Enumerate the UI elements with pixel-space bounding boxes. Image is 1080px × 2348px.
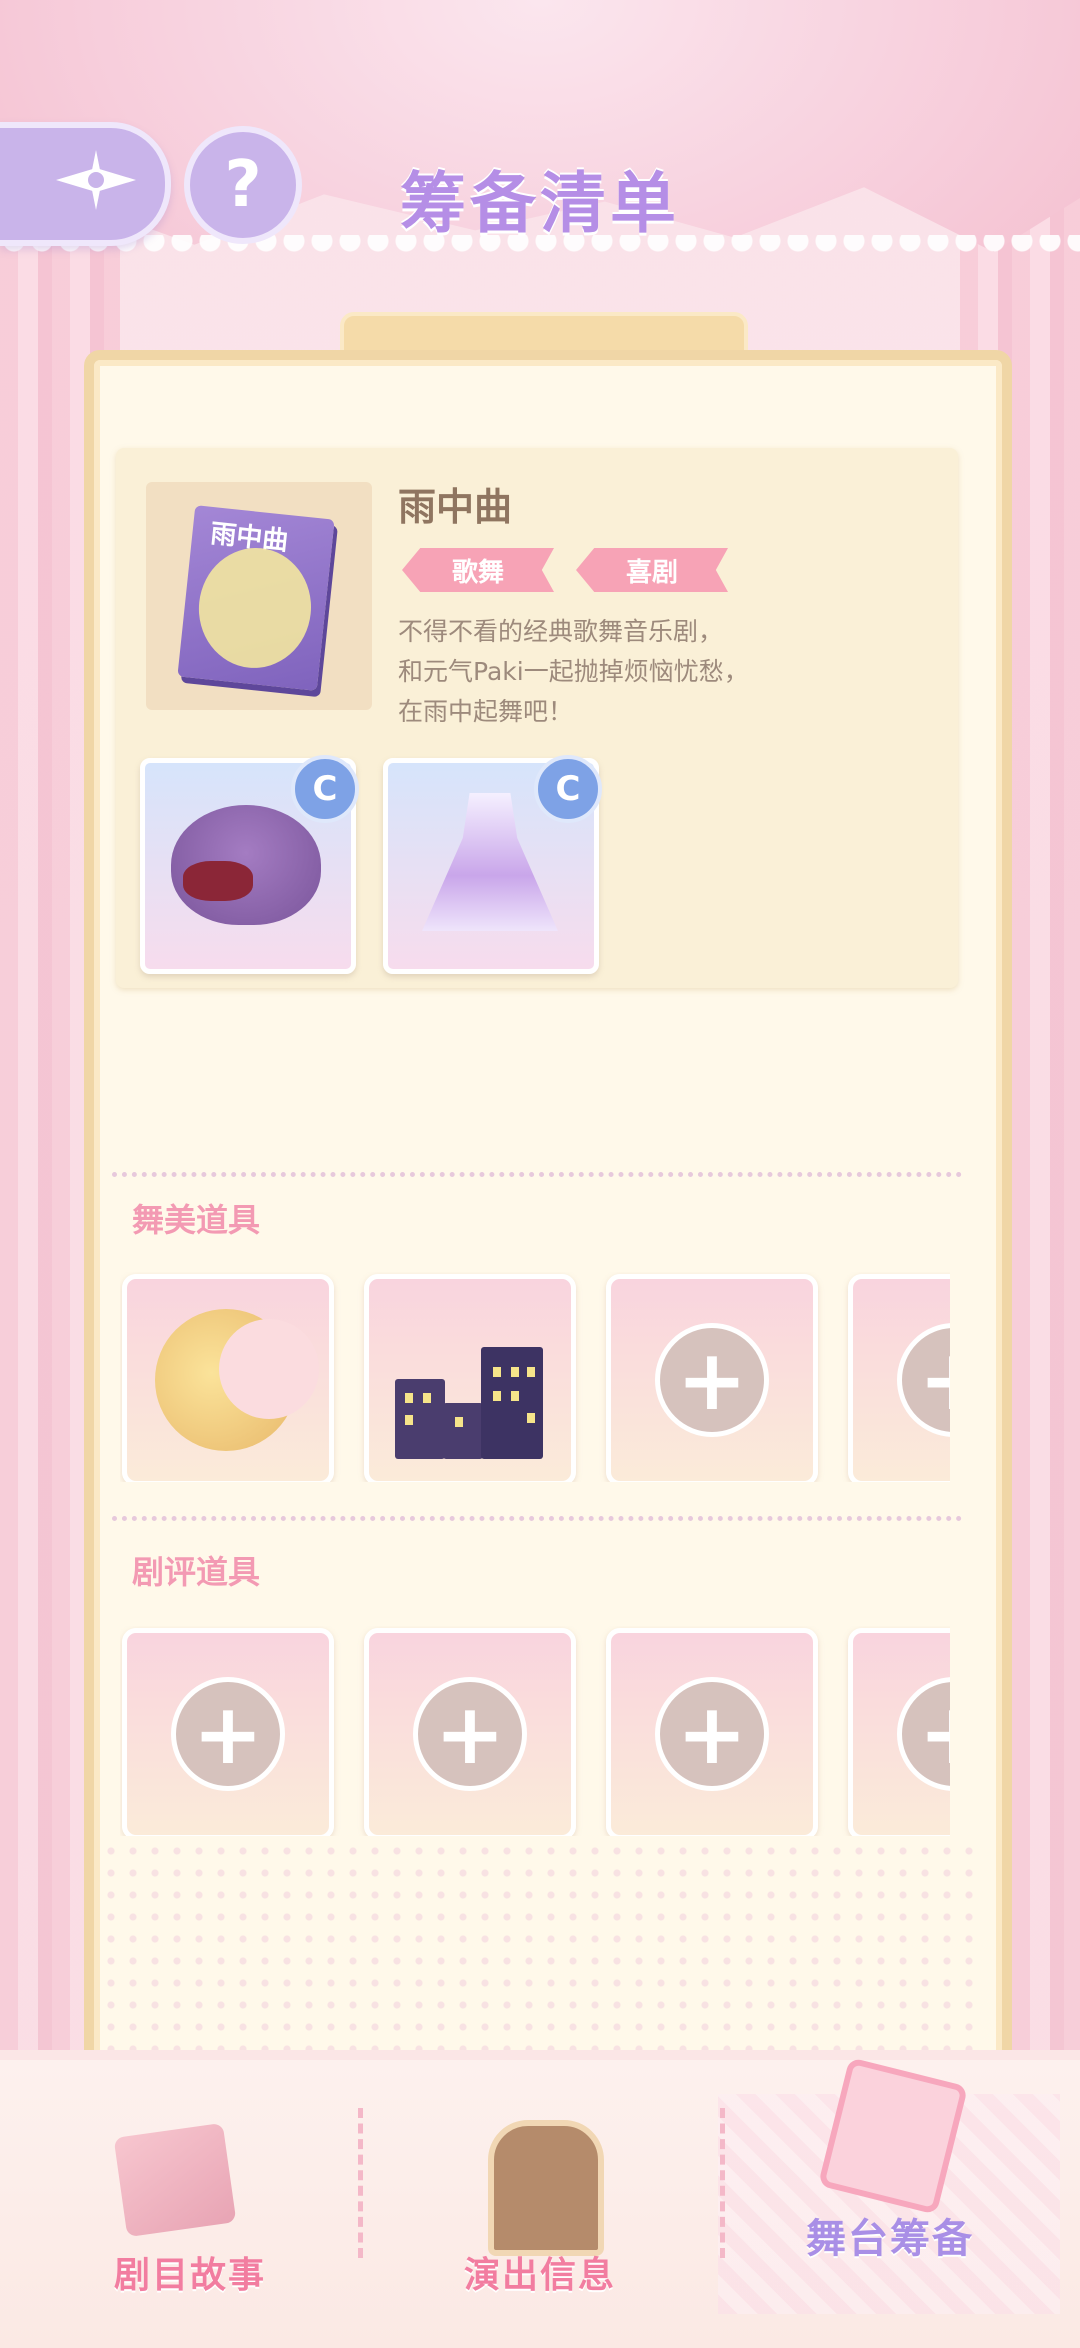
stage-prop-slot[interactable]: +	[848, 1274, 950, 1482]
add-slot-icon: +	[897, 1323, 950, 1437]
tab-stage-prep[interactable]: 舞台筹备	[740, 2057, 1040, 2320]
notice-board-icon	[488, 2120, 604, 2256]
tab-label: 剧目故事	[113, 2255, 266, 2296]
add-slot-icon: +	[897, 1677, 950, 1791]
add-slot-icon: +	[655, 1677, 769, 1791]
play-cover-book[interactable]: 雨中曲	[177, 505, 335, 691]
section-divider	[112, 1516, 962, 1521]
tab-play-story[interactable]: 剧目故事	[40, 2080, 340, 2320]
building	[395, 1379, 445, 1459]
lavender-dress-icon	[422, 793, 558, 931]
rank-badge: C	[291, 755, 359, 823]
moon-shadow	[219, 1319, 319, 1419]
review-prop-slot[interactable]: +	[848, 1628, 950, 1836]
add-slot-icon: +	[655, 1323, 769, 1437]
board-pattern	[100, 1840, 980, 2050]
description-line: 不得不看的经典歌舞音乐剧，	[398, 617, 724, 646]
building	[481, 1347, 543, 1459]
building	[443, 1403, 483, 1459]
tab-performance-info[interactable]: 演出信息	[390, 2080, 690, 2320]
review-props-title: 剧评道具	[132, 1553, 261, 1591]
add-slot-icon: +	[413, 1677, 527, 1791]
nav-separator	[358, 2108, 363, 2258]
genre-tag: 歌舞	[402, 548, 554, 592]
genre-tag: 喜剧	[576, 548, 728, 592]
bow-icon	[183, 861, 253, 901]
description-line: 和元气Paki一起抛掉烦恼忧愁，	[398, 657, 749, 686]
play-name: 雨中曲	[398, 485, 513, 529]
section-divider	[112, 1172, 962, 1177]
tab-label: 舞台筹备	[806, 2216, 974, 2262]
review-prop-slot[interactable]: +	[606, 1628, 818, 1836]
stage-props-title: 舞美道具	[132, 1201, 261, 1239]
nav-separator	[720, 2108, 725, 2258]
play-description: 不得不看的经典歌舞音乐剧， 和元气Paki一起抛掉烦恼忧愁， 在雨中起舞吧！	[398, 612, 838, 732]
purple-hat-icon	[171, 805, 321, 925]
stage-prop-slot[interactable]: +	[606, 1274, 818, 1482]
review-prop-slot[interactable]: +	[364, 1628, 576, 1836]
stage-props-row: + +	[120, 1272, 950, 1482]
review-props-row: + + + +	[120, 1626, 950, 1836]
rank-badge: C	[534, 755, 602, 823]
stage-prop-slot[interactable]	[364, 1274, 576, 1482]
storybook-icon	[113, 2122, 237, 2238]
costume-card-hat[interactable]: C	[140, 755, 359, 974]
tab-label: 演出信息	[463, 2255, 616, 2296]
review-prop-slot[interactable]: +	[122, 1628, 334, 1836]
add-slot-icon: +	[171, 1677, 285, 1791]
clipboard-icon	[817, 2057, 969, 2215]
stage-prop-slot[interactable]	[122, 1274, 334, 1482]
cover-moon-art	[192, 542, 317, 674]
description-line: 在雨中起舞吧！	[398, 697, 574, 726]
page-title: 筹备清单	[400, 165, 680, 242]
costume-card-dress[interactable]: C	[383, 755, 602, 974]
